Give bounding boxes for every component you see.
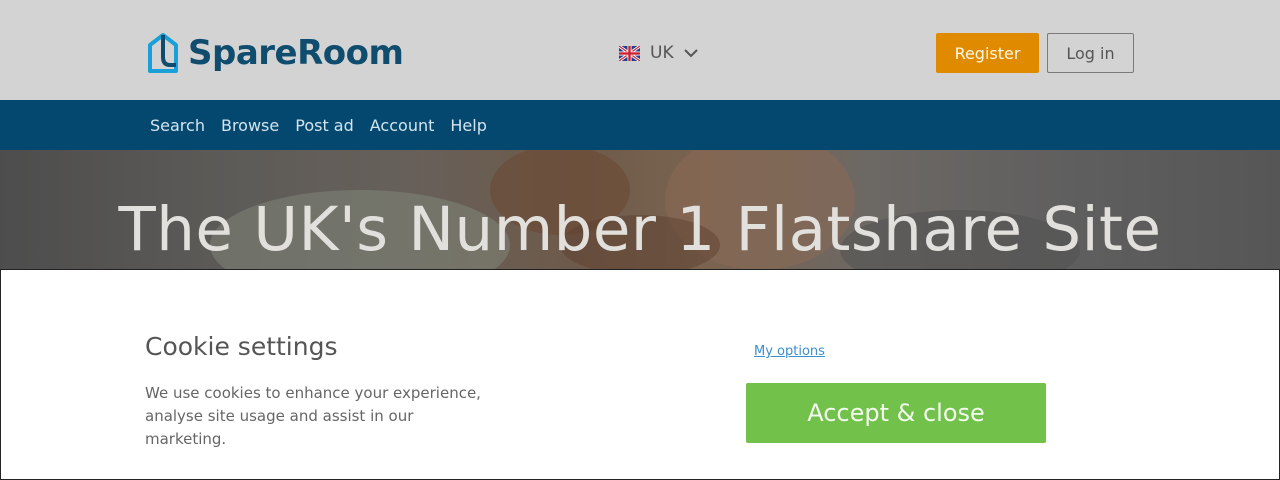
my-options-link[interactable]: My options — [754, 344, 825, 359]
register-button[interactable]: Register — [936, 33, 1039, 73]
nav-item-search[interactable]: Search — [150, 116, 205, 135]
chevron-down-icon — [683, 49, 698, 58]
spareroom-logo[interactable]: SpareRoom — [146, 30, 404, 76]
house-logo-icon — [148, 33, 178, 73]
logo-text: SpareRoom — [188, 33, 404, 73]
hero-banner: The UK's Number 1 Flatshare Site — [0, 150, 1280, 270]
hero-title: The UK's Number 1 Flatshare Site — [118, 194, 1162, 265]
locale-label: UK — [650, 43, 674, 63]
login-button[interactable]: Log in — [1047, 33, 1134, 73]
cookie-description: We use cookies to enhance your experienc… — [145, 384, 481, 448]
nav-item-account[interactable]: Account — [370, 116, 435, 135]
cookie-banner: Cookie settings We use cookies to enhanc… — [0, 269, 1280, 480]
accept-close-button[interactable]: Accept & close — [746, 383, 1046, 443]
locale-selector[interactable]: UK — [619, 42, 698, 64]
main-nav: Search Browse Post ad Account Help — [0, 100, 1280, 150]
nav-item-browse[interactable]: Browse — [221, 116, 279, 135]
uk-flag-icon — [619, 45, 640, 61]
nav-item-post-ad[interactable]: Post ad — [295, 116, 354, 135]
cookie-title: Cookie settings — [145, 332, 338, 361]
nav-item-help[interactable]: Help — [450, 116, 486, 135]
nav-list: Search Browse Post ad Account Help — [150, 100, 487, 150]
site-header: SpareRoom UK Register Log in — [0, 0, 1280, 100]
